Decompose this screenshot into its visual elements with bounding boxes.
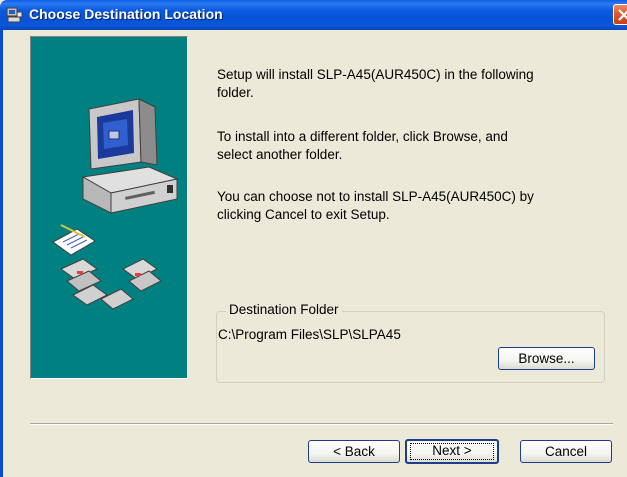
browse-paragraph: To install into a different folder, clic…	[217, 128, 612, 164]
focus-rect	[410, 443, 494, 460]
intro-paragraph: Setup will install SLP-A45(AUR450C) in t…	[217, 66, 612, 102]
browse-button[interactable]: Browse...	[498, 347, 595, 370]
browse-line-1: To install into a different folder, clic…	[217, 129, 508, 144]
destination-folder-label: Destination Folder	[226, 302, 342, 317]
computer-icon	[81, 98, 179, 214]
window-frame	[0, 30, 3, 477]
setup-illustration	[30, 36, 188, 379]
close-button[interactable]	[613, 4, 627, 25]
cancel-paragraph: You can choose not to install SLP-A45(AU…	[217, 188, 612, 224]
intro-line-2: folder.	[217, 85, 254, 100]
cancel-line-2: clicking Cancel to exit Setup.	[217, 207, 390, 222]
window-title: Choose Destination Location	[29, 6, 223, 22]
intro-line-1: Setup will install SLP-A45(AUR450C) in t…	[217, 67, 534, 82]
next-button[interactable]: Next >	[405, 439, 499, 464]
floppy-disks-icon	[60, 258, 162, 310]
setup-icon	[6, 6, 24, 24]
destination-path: C:\Program Files\SLP\SLPA45	[218, 327, 401, 342]
button-separator	[30, 423, 613, 425]
cancel-button[interactable]: Cancel	[520, 440, 612, 463]
notepad-icon	[52, 224, 96, 256]
title-bar[interactable]: Choose Destination Location	[0, 0, 627, 30]
cancel-line-1: You can choose not to install SLP-A45(AU…	[217, 189, 534, 204]
browse-line-2: select another folder.	[217, 147, 343, 162]
back-button[interactable]: < Back	[308, 440, 400, 463]
